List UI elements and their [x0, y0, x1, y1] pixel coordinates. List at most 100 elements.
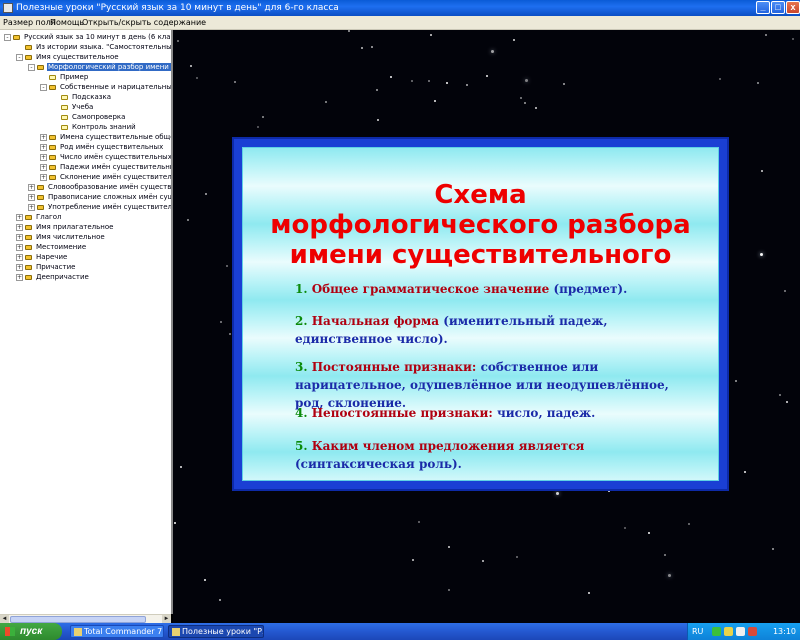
windows-logo-icon: [5, 627, 15, 636]
item-number: 3.: [295, 360, 308, 374]
tree-item[interactable]: + Род имён существительных: [40, 142, 164, 152]
book-folder-icon: [25, 214, 33, 221]
volume-icon[interactable]: [724, 627, 733, 636]
collapse-icon[interactable]: -: [4, 33, 11, 41]
tree-item[interactable]: Учеба: [52, 102, 94, 112]
contents-tree[interactable]: - Русский язык за 10 минут в день (6 клас…: [0, 30, 173, 614]
tree-item[interactable]: Контроль знаний: [52, 122, 137, 132]
tree-item[interactable]: + Употребление имён существительных: [28, 202, 172, 212]
item-explanation: (синтаксическая роль).: [295, 457, 462, 471]
star-decoration: [418, 521, 420, 523]
minimize-button[interactable]: _: [756, 1, 770, 14]
expand-icon[interactable]: +: [16, 213, 23, 221]
tree-item[interactable]: Самопроверка: [52, 112, 126, 122]
expand-icon[interactable]: +: [40, 173, 47, 181]
scheme-item-2: 2. Начальная форма (именительный падеж, …: [295, 312, 685, 348]
page-icon: [61, 104, 69, 111]
tree-item-label: Словообразование имён существительных: [48, 183, 172, 191]
expand-icon[interactable]: +: [16, 253, 23, 261]
star-decoration: [446, 82, 448, 84]
expand-icon[interactable]: +: [16, 263, 23, 271]
tree-item[interactable]: - Русский язык за 10 минут в день (6 клас…: [4, 32, 171, 42]
expand-icon[interactable]: +: [40, 153, 47, 161]
expand-icon[interactable]: +: [16, 273, 23, 281]
item-explanation: число, падеж.: [496, 406, 596, 420]
item-number: 1.: [295, 282, 308, 296]
expand-icon[interactable]: +: [28, 183, 35, 191]
star-decoration: [325, 101, 327, 103]
expand-icon[interactable]: +: [40, 143, 47, 151]
star-decoration: [668, 574, 671, 577]
task-total-commander[interactable]: Total Commander 7.04: [70, 625, 164, 638]
expand-icon[interactable]: +: [40, 133, 47, 141]
expand-icon[interactable]: +: [28, 193, 35, 201]
scheme-item-4: 4. Непостоянные признаки: число, падеж.: [295, 404, 685, 422]
collapse-icon[interactable]: -: [28, 63, 35, 71]
system-tray: RU 13:10: [687, 623, 800, 640]
start-button[interactable]: пуск: [0, 623, 62, 640]
book-folder-icon: [25, 244, 33, 251]
tree-item[interactable]: + Словообразование имён существительных: [28, 182, 172, 192]
task-lessons[interactable]: Полезные уроки "Р...: [168, 625, 264, 638]
expand-icon[interactable]: +: [16, 233, 23, 241]
star-decoration: [377, 119, 379, 121]
tree-item-label: Имя существительное: [36, 53, 119, 61]
network-icon[interactable]: [712, 627, 721, 636]
tree-item[interactable]: - Морфологический разбор имени существите…: [28, 62, 171, 72]
star-decoration: [448, 546, 450, 548]
tree-item[interactable]: + Глагол: [16, 212, 62, 222]
scroll-thumb[interactable]: [10, 616, 146, 623]
tree-item[interactable]: + Число имён существительных: [40, 152, 171, 162]
close-button[interactable]: x: [786, 1, 800, 14]
star-decoration: [786, 401, 788, 403]
tree-item-label: Употребление имён существительных: [48, 203, 172, 211]
item-number: 2.: [295, 314, 308, 328]
tree-item[interactable]: + Причастие: [16, 262, 76, 272]
star-decoration: [430, 34, 432, 36]
item-term: Общее грамматическое значение: [311, 282, 550, 296]
menu-field-size[interactable]: Размер поля: [3, 16, 56, 29]
expand-icon[interactable]: +: [16, 223, 23, 231]
star-decoration: [556, 492, 559, 495]
safely-remove-icon[interactable]: [736, 627, 745, 636]
star-decoration: [744, 471, 746, 473]
tree-item[interactable]: + Падежи имён существительных: [40, 162, 171, 172]
star-decoration: [516, 556, 518, 558]
tree-item[interactable]: Подсказка: [52, 92, 112, 102]
tree-item[interactable]: Из истории языка. "Самостоятельные и слу…: [16, 42, 171, 52]
tree-item[interactable]: - Имя существительное: [16, 52, 120, 62]
menu-help[interactable]: Помощь: [50, 16, 84, 29]
collapse-icon[interactable]: -: [40, 83, 47, 91]
menu-toggle-contents[interactable]: Открыть/скрыть содержание: [82, 16, 206, 29]
star-decoration: [792, 38, 794, 40]
tree-item[interactable]: + Наречие: [16, 252, 68, 262]
star-decoration: [234, 81, 236, 83]
expand-icon[interactable]: +: [28, 203, 35, 211]
tree-item[interactable]: + Склонение имён существительных: [40, 172, 171, 182]
expand-icon[interactable]: +: [40, 163, 47, 171]
tree-item[interactable]: + Имя прилагательное: [16, 222, 114, 232]
star-decoration: [205, 193, 207, 195]
book-folder-icon: [49, 154, 57, 161]
maximize-button[interactable]: □: [771, 1, 785, 14]
tree-item-label: Правописание сложных имён существительны…: [48, 193, 173, 201]
antivirus-icon[interactable]: [748, 627, 757, 636]
collapse-icon[interactable]: -: [16, 53, 23, 61]
tree-item[interactable]: Пример: [40, 72, 89, 82]
expand-icon[interactable]: +: [16, 243, 23, 251]
book-folder-icon: [25, 224, 33, 231]
window-titlebar[interactable]: Полезные уроки "Русский язык за 10 минут…: [0, 0, 800, 16]
tree-item[interactable]: + Деепричастие: [16, 272, 90, 282]
tree-item[interactable]: + Правописание сложных имён существительн…: [28, 192, 173, 202]
star-decoration: [376, 89, 378, 91]
star-decoration: [735, 380, 737, 382]
language-indicator[interactable]: RU: [692, 623, 703, 640]
tree-item[interactable]: + Имя числительное: [16, 232, 106, 242]
tree-item[interactable]: + Имена существительные общего рода: [40, 132, 171, 142]
star-decoration: [190, 65, 192, 67]
star-decoration: [784, 290, 786, 292]
tree-item[interactable]: - Собственные и нарицательные имена: [40, 82, 171, 92]
book-folder-icon: [37, 184, 45, 191]
star-decoration: [520, 97, 522, 99]
tree-item[interactable]: + Местоимение: [16, 242, 87, 252]
